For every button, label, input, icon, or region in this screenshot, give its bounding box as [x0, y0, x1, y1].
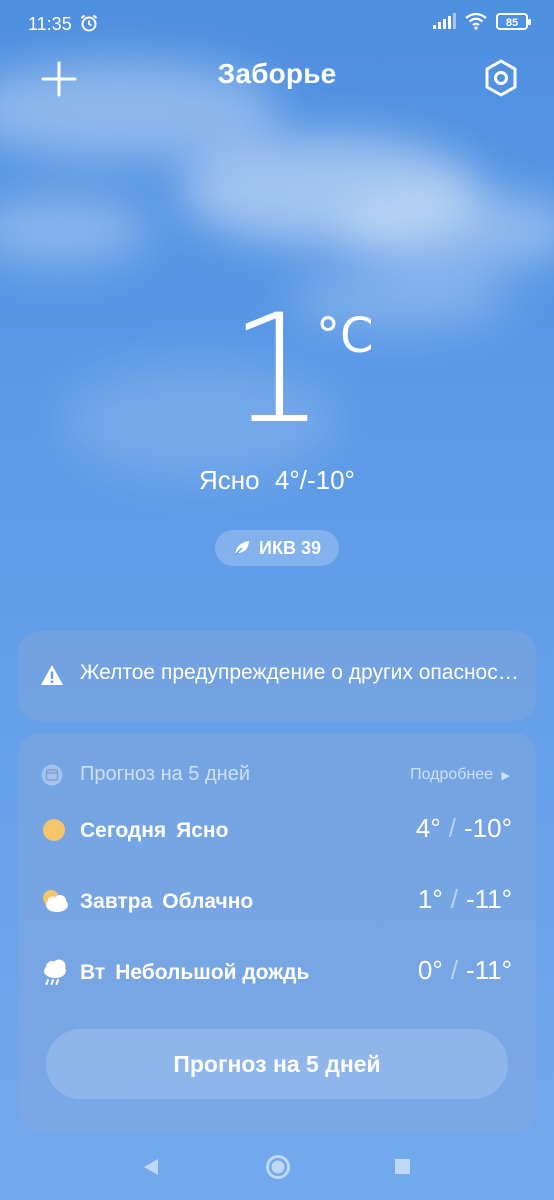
warning-icon [41, 665, 63, 685]
sun-icon [43, 819, 65, 841]
forecast-day-condition: Ясно [176, 819, 229, 842]
leaf-icon [234, 541, 250, 556]
forecast-more-label: Подробнее [410, 766, 494, 783]
temperature-value: 1 [229, 283, 325, 457]
current-high-low: 4°/-10° [274, 465, 355, 495]
warning-card[interactable]: Желтое предупреждение о других опасностя… [18, 631, 536, 721]
current-low: -10° [306, 465, 355, 495]
forecast-card: Прогноз на 5 дней Подробнее ▶ Сегодня Ясн… [18, 733, 536, 1133]
forecast-more-link[interactable]: Подробнее ▶ [410, 766, 510, 784]
forecast-day-low: -10° [464, 813, 512, 843]
cloudy-icon [43, 890, 68, 912]
forecast-day-condition: Небольшой дождь [115, 961, 310, 984]
nav-recents-button[interactable] [394, 1158, 411, 1175]
nav-home-button[interactable] [265, 1154, 291, 1180]
forecast-row-today[interactable]: Сегодня Ясно 4° / -10° [18, 811, 536, 851]
forecast-day-low: -11° [465, 955, 512, 985]
forecast-day-condition: Облачно [162, 890, 254, 913]
current-condition: Ясно [199, 465, 260, 495]
five-day-forecast-button[interactable]: Прогноз на 5 дней [46, 1029, 508, 1099]
calendar-icon [41, 764, 63, 786]
forecast-day-temps: 1° / -11° [417, 884, 512, 914]
chevron-right-icon: ▶ [501, 770, 510, 782]
forecast-day-name: Сегодня [80, 819, 167, 842]
light-rain-icon [44, 959, 66, 985]
wifi-icon [465, 12, 487, 30]
current-temperature: 1 [0, 295, 554, 445]
forecast-day-name: Завтра [80, 890, 153, 913]
city-title: Заборье [217, 58, 337, 89]
temperature-unit: °C [316, 308, 374, 364]
warning-text: Желтое предупреждение о других опасностя… [80, 661, 520, 684]
forecast-day-name: Вт [80, 961, 106, 984]
forecast-day-label: Завтра Облачно [80, 890, 253, 914]
status-time-text: 11:35 [28, 14, 72, 34]
battery-indicator: 85 [496, 12, 531, 30]
status-icons: 85 [432, 12, 531, 30]
forecast-day-low: -11° [465, 884, 512, 914]
forecast-row-tuesday[interactable]: Вт Небольшой дождь 0° / -11° [18, 953, 536, 993]
aqi-label: ИКВ 39 [259, 537, 321, 558]
forecast-day-high: 4° [415, 813, 441, 843]
forecast-day-label: Вт Небольшой дождь [80, 961, 309, 985]
forecast-day-label: Сегодня Ясно [80, 819, 228, 843]
battery-level: 85 [505, 16, 519, 29]
forecast-day-temps: 0° / -11° [417, 955, 512, 985]
current-high: 4° [274, 465, 300, 495]
forecast-day-temps: 4° / -10° [415, 813, 512, 843]
settings-button[interactable] [482, 57, 520, 99]
forecast-title: Прогноз на 5 дней [80, 763, 250, 785]
alarm-icon [80, 14, 97, 32]
status-time: 11:35 [28, 13, 99, 35]
forecast-day-high: 1° [417, 884, 443, 914]
forecast-row-tomorrow[interactable]: Завтра Облачно 1° / -11° [18, 882, 536, 922]
forecast-day-high: 0° [417, 955, 443, 985]
aqi-badge[interactable]: ИКВ 39 [215, 530, 339, 566]
signal-icon [433, 13, 456, 29]
nav-back-button[interactable] [142, 1157, 160, 1177]
current-condition-line: Ясно 4°/-10° [0, 465, 554, 496]
